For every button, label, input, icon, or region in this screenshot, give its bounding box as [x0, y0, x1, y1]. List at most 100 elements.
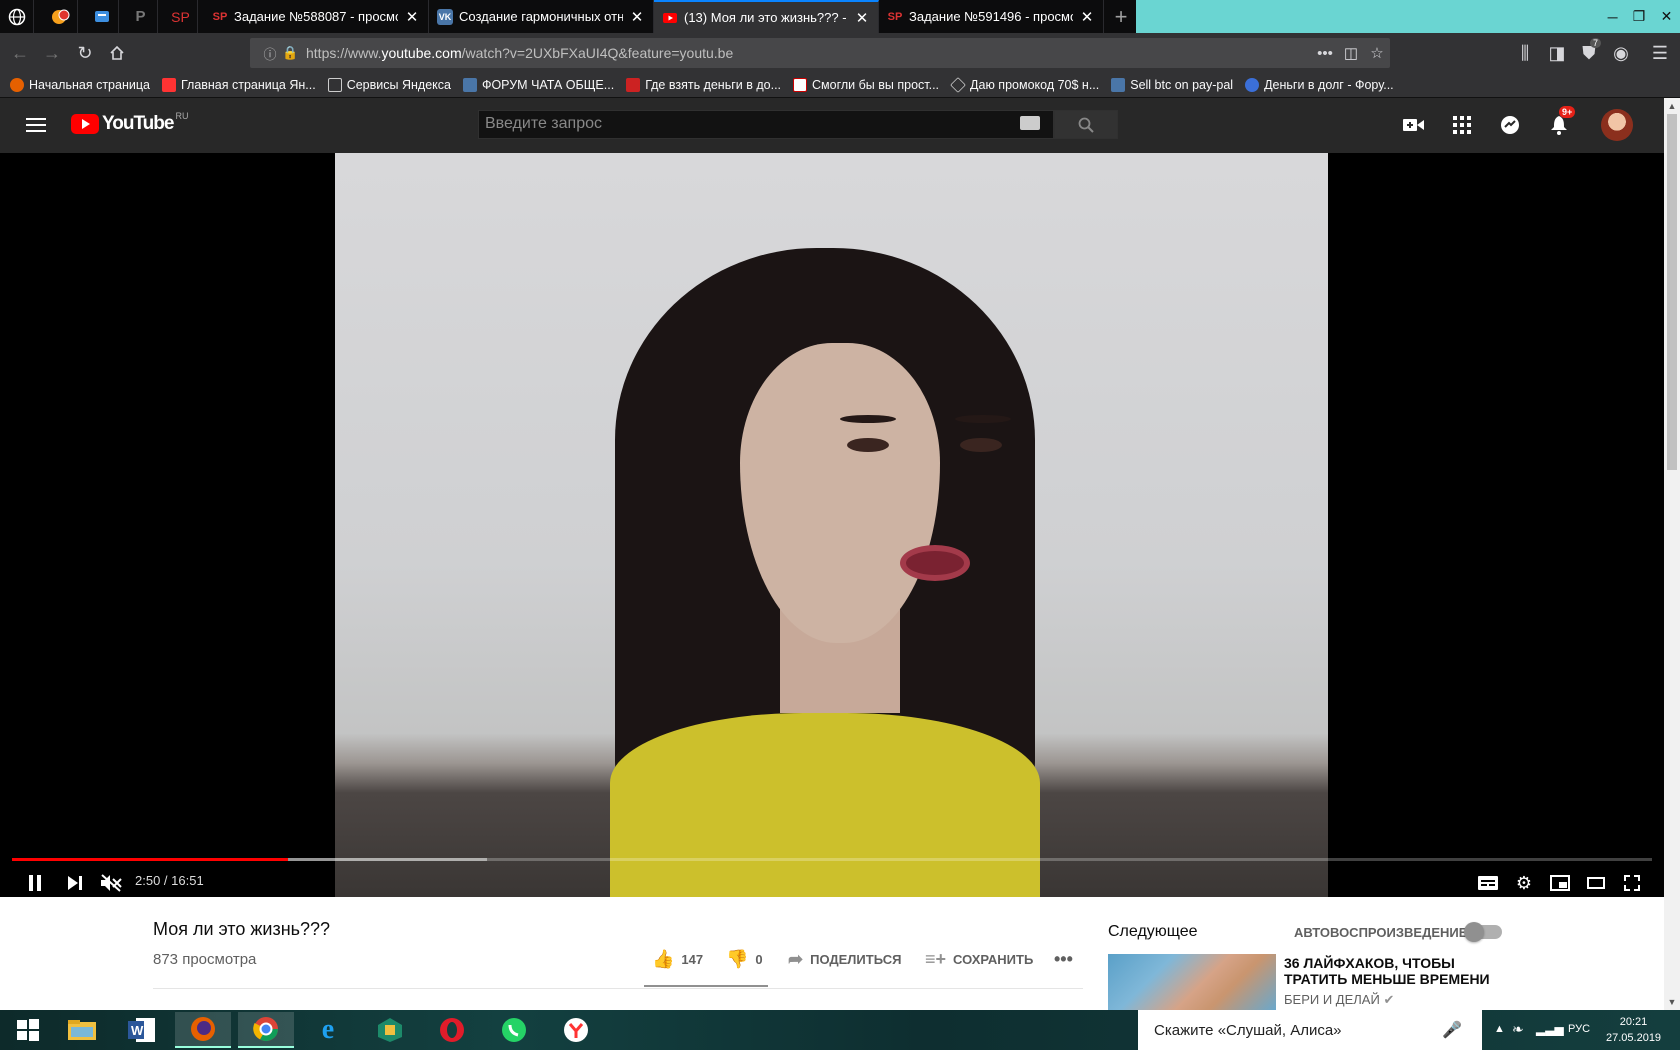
- bookmark-star-icon[interactable]: ☆: [1364, 44, 1390, 62]
- restore-icon[interactable]: ❐: [1633, 8, 1646, 25]
- bookmark-item[interactable]: Даю промокод 70$ н...: [950, 77, 1100, 93]
- account-icon[interactable]: ◉: [1609, 41, 1633, 65]
- tab-assignment-591496[interactable]: SP Задание №591496 - просмотр ✕: [879, 0, 1104, 33]
- muted-volume-icon[interactable]: [93, 865, 129, 897]
- signal-icon[interactable]: ▂▃▅: [1536, 1022, 1564, 1036]
- folder-icon: [327, 78, 342, 92]
- autoplay-toggle[interactable]: [1464, 922, 1502, 942]
- url-host: youtube.com: [381, 45, 462, 61]
- diamond-icon: [950, 77, 966, 93]
- back-icon[interactable]: ←: [8, 41, 32, 65]
- bookmark-item[interactable]: ФОРУМ ЧАТА ОБЩЕ...: [462, 78, 614, 92]
- close-window-icon[interactable]: ✕: [1661, 8, 1673, 25]
- more-actions-icon[interactable]: •••: [1054, 949, 1073, 970]
- pinned-tab-chat-icon[interactable]: [85, 0, 119, 33]
- library-icon[interactable]: ⫼: [1513, 41, 1537, 65]
- like-button[interactable]: 👍 147: [652, 949, 703, 970]
- page-scrollbar[interactable]: ▲ ▼: [1664, 98, 1680, 1010]
- scrollbar-thumb[interactable]: [1667, 114, 1677, 470]
- divider: [153, 988, 1083, 989]
- next-video-channel[interactable]: БЕРИ И ДЕЛАЙ ✔: [1284, 992, 1394, 1008]
- network-leaf-icon[interactable]: ❧: [1512, 1021, 1524, 1038]
- tab-close-icon[interactable]: ✕: [1079, 8, 1095, 26]
- minimize-icon[interactable]: ─: [1608, 9, 1618, 25]
- pinned-tab-media-icon[interactable]: [44, 0, 78, 33]
- bookmark-item[interactable]: Начальная страница: [10, 78, 150, 92]
- opera-icon[interactable]: [424, 1012, 480, 1048]
- scroll-down-icon[interactable]: ▼: [1664, 994, 1680, 1010]
- word-icon[interactable]: W: [114, 1012, 170, 1048]
- dislike-button[interactable]: 👎 0: [726, 949, 763, 970]
- guide-menu-icon[interactable]: [24, 114, 48, 138]
- youtube-logo[interactable]: YouTube RU: [71, 111, 188, 135]
- messages-icon[interactable]: [1497, 112, 1523, 138]
- bookmark-label: Даю промокод 70$ н...: [970, 78, 1100, 92]
- language-indicator[interactable]: РУС: [1568, 1023, 1590, 1035]
- tab-youtube-active[interactable]: (13) Моя ли это жизнь??? - YouTube ✕: [654, 0, 879, 33]
- money-bag-icon: [1245, 78, 1260, 92]
- whatsapp-icon[interactable]: [486, 1012, 542, 1048]
- maps-app-icon[interactable]: [362, 1012, 418, 1048]
- bookmark-item[interactable]: Где взять деньги в до...: [626, 78, 781, 92]
- subtitles-icon[interactable]: [1470, 865, 1506, 897]
- url-prefix: https://www.: [306, 45, 382, 61]
- microphone-icon[interactable]: 🎤: [1442, 1020, 1462, 1040]
- firefox-menu-icon[interactable]: [0, 0, 34, 33]
- start-button[interactable]: [0, 1012, 56, 1048]
- reload-icon[interactable]: ↻: [73, 41, 97, 65]
- yandex-browser-icon[interactable]: [548, 1012, 604, 1048]
- tab-title: Создание гармоничных отнош: [459, 9, 623, 24]
- save-button[interactable]: ≡+ СОХРАНИТЬ: [925, 949, 1033, 970]
- bookmark-item[interactable]: Сервисы Яндекса: [327, 78, 451, 92]
- titlebar-drag-area[interactable]: [1136, 0, 1600, 33]
- search-input[interactable]: Введите запрос: [478, 110, 1054, 139]
- tab-close-icon[interactable]: ✕: [854, 9, 870, 27]
- hamburger-menu-icon[interactable]: ☰: [1648, 41, 1672, 65]
- settings-gear-icon[interactable]: ⚙: [1506, 865, 1542, 897]
- like-count: 147: [681, 952, 704, 967]
- forward-icon[interactable]: →: [40, 41, 64, 65]
- file-explorer-icon[interactable]: [54, 1012, 110, 1048]
- site-info-icon[interactable]: ⓘ: [258, 44, 282, 63]
- alice-voice-search[interactable]: Скажите «Слушай, Алиса» 🎤: [1138, 1010, 1482, 1050]
- scroll-up-icon[interactable]: ▲: [1664, 98, 1680, 114]
- url-bar[interactable]: ⓘ 🔒 https://www.youtube.com/watch?v=2UXb…: [250, 38, 1390, 68]
- pinned-tab-sp-icon[interactable]: SP: [164, 0, 198, 33]
- next-video-icon[interactable]: [57, 865, 93, 897]
- share-button[interactable]: ➦ ПОДЕЛИТЬСЯ: [788, 949, 901, 970]
- theater-mode-icon[interactable]: [1578, 865, 1614, 897]
- clock[interactable]: 20:21 27.05.2019: [1606, 1014, 1661, 1046]
- fullscreen-icon[interactable]: [1614, 865, 1650, 897]
- url-text[interactable]: https://www.youtube.com/watch?v=2UXbFXaU…: [306, 45, 1312, 61]
- bookmark-item[interactable]: Деньги в долг - Фору...: [1245, 78, 1394, 92]
- miniplayer-icon[interactable]: [1542, 865, 1578, 897]
- sp-icon: SP: [887, 10, 903, 23]
- search-button[interactable]: [1054, 110, 1118, 139]
- pinned-tab-p-icon[interactable]: P: [124, 0, 158, 33]
- next-video-thumbnail[interactable]: [1108, 954, 1276, 1010]
- apps-grid-icon[interactable]: [1449, 112, 1475, 138]
- pocket-icon[interactable]: ◫: [1338, 44, 1364, 62]
- avatar[interactable]: [1601, 109, 1633, 141]
- new-tab-button[interactable]: +: [1108, 0, 1134, 33]
- tab-close-icon[interactable]: ✕: [629, 8, 645, 26]
- keyboard-icon[interactable]: [1020, 116, 1040, 130]
- next-video-title[interactable]: 36 ЛАЙФХАКОВ, ЧТОБЫ ТРАТИТЬ МЕНЬШЕ ВРЕМЕ…: [1284, 955, 1514, 987]
- tab-harmonious-relations[interactable]: VK Создание гармоничных отнош ✕: [429, 0, 654, 33]
- tray-expand-icon[interactable]: ▲: [1494, 1023, 1505, 1035]
- chrome-icon[interactable]: [238, 1012, 294, 1048]
- bookmark-item[interactable]: Смогли бы вы прост...: [793, 78, 939, 92]
- tab-close-icon[interactable]: ✕: [404, 8, 420, 26]
- sidebar-icon[interactable]: ◨: [1545, 41, 1569, 65]
- firefox-taskbar-icon[interactable]: [175, 1012, 231, 1048]
- video-player[interactable]: 2:50 / 16:51 ⚙: [0, 153, 1664, 897]
- video-frame[interactable]: [335, 153, 1328, 897]
- tab-assignment-588087[interactable]: SP Задание №588087 - просмотр ✕: [204, 0, 429, 33]
- pause-icon[interactable]: [17, 865, 53, 897]
- create-video-icon[interactable]: [1401, 112, 1427, 138]
- internet-explorer-icon[interactable]: e: [300, 1012, 356, 1048]
- page-actions-icon[interactable]: •••: [1312, 45, 1338, 62]
- home-icon[interactable]: [105, 41, 129, 65]
- bookmark-item[interactable]: Sell btc on pay-pal: [1111, 78, 1233, 92]
- bookmark-item[interactable]: Главная страница Ян...: [161, 78, 316, 92]
